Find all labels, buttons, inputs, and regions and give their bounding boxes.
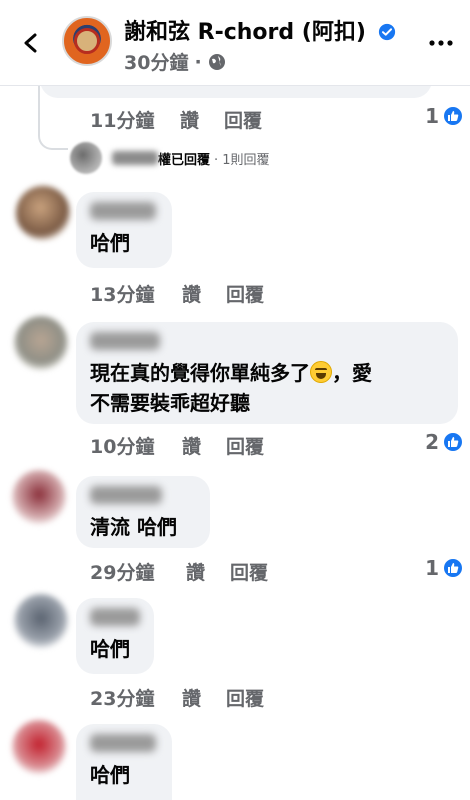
- commenter-avatar[interactable]: [14, 594, 68, 648]
- like-button[interactable]: 讚: [182, 280, 226, 307]
- blurred-name: [90, 734, 156, 752]
- like-button[interactable]: 讚: [186, 558, 230, 585]
- blurred-name: [90, 486, 162, 504]
- comment-text-after-emoji: ，愛: [332, 361, 372, 385]
- commenter-avatar[interactable]: [12, 470, 66, 524]
- post-header: 謝和弦 R-chord (阿扣) 30分鐘 ·: [0, 0, 470, 86]
- comment-bubble[interactable]: 清流 哈們: [76, 476, 210, 548]
- comment-text: 清流 哈們: [90, 515, 177, 539]
- replied-label[interactable]: 權已回覆: [158, 149, 210, 168]
- reaction-summary[interactable]: 1: [425, 104, 464, 128]
- grinning-squinting-face-icon: [310, 361, 332, 383]
- comment-text: 現在真的覺得你單純多了 ，愛不需要裝乖超好聽: [90, 358, 444, 418]
- more-options-button[interactable]: [426, 28, 456, 58]
- page-avatar[interactable]: [62, 16, 112, 66]
- comment-time[interactable]: 11分鐘: [90, 106, 180, 133]
- post-time[interactable]: 30分鐘: [124, 48, 188, 75]
- comment-time[interactable]: 23分鐘: [90, 684, 182, 711]
- comment-actions: 10分鐘 讚 回覆: [90, 432, 264, 459]
- comment-time[interactable]: 13分鐘: [90, 280, 182, 307]
- view-replies-row[interactable]: 權已回覆 · 1則回覆: [70, 142, 270, 174]
- reply-button[interactable]: 回覆: [224, 106, 262, 133]
- thread-line: [38, 86, 68, 150]
- reaction-summary[interactable]: 1: [425, 556, 464, 580]
- back-arrow-icon: [24, 33, 37, 53]
- reply-button[interactable]: 回覆: [226, 432, 264, 459]
- reply-button[interactable]: 回覆: [230, 558, 268, 585]
- blurred-name: [112, 151, 158, 165]
- like-button[interactable]: 讚: [182, 432, 226, 459]
- comment-text: 哈們: [90, 231, 130, 255]
- verified-badge-icon: [378, 23, 395, 41]
- comment-text-line2: 不需要裝乖超好聽: [90, 391, 250, 415]
- comment-time[interactable]: 10分鐘: [90, 432, 182, 459]
- post-meta: 30分鐘 ·: [124, 48, 226, 75]
- commenter-avatar[interactable]: [14, 316, 68, 370]
- globe-icon: [208, 53, 225, 70]
- comment-actions: 23分鐘 讚 回覆: [90, 684, 264, 711]
- reply-button[interactable]: 回覆: [226, 684, 264, 711]
- reaction-count: 2: [425, 430, 439, 454]
- like-reaction-icon: [442, 105, 464, 127]
- blurred-name: [90, 608, 140, 626]
- comment-bubble[interactable]: 哈們: [76, 192, 172, 268]
- comment-text: 哈們: [90, 763, 130, 787]
- reaction-count: 1: [425, 104, 439, 128]
- blurred-name: [90, 332, 160, 350]
- reply-avatar: [70, 142, 102, 174]
- comment-actions: 29分鐘 讚 回覆: [90, 558, 268, 585]
- like-reaction-icon: [442, 431, 464, 453]
- commenter-avatar[interactable]: [16, 186, 70, 240]
- comment-actions: 11分鐘 讚 回覆: [90, 106, 262, 133]
- comment-bubble[interactable]: 哈們: [76, 598, 154, 674]
- page-name[interactable]: 謝和弦 R-chord (阿扣): [124, 14, 396, 46]
- reaction-count: 1: [425, 556, 439, 580]
- more-options-icon: [429, 40, 453, 46]
- commenter-avatar[interactable]: [12, 720, 66, 774]
- like-button[interactable]: 讚: [182, 684, 226, 711]
- reaction-summary[interactable]: 2: [425, 430, 464, 454]
- comment-bubble[interactable]: 哈們: [76, 724, 172, 800]
- comment-text: 哈們: [90, 637, 130, 661]
- comment-text-line1: 現在真的覺得你單純多了: [90, 361, 310, 385]
- comment-actions: 13分鐘 讚 回覆: [90, 280, 264, 307]
- comment-time[interactable]: 29分鐘: [90, 558, 186, 585]
- reply-button[interactable]: 回覆: [226, 280, 264, 307]
- like-button[interactable]: 讚: [180, 106, 224, 133]
- comment-bubble[interactable]: 現在真的覺得你單純多了 ，愛不需要裝乖超好聽: [76, 322, 458, 424]
- reply-count[interactable]: · 1則回覆: [214, 149, 270, 168]
- back-button[interactable]: [14, 26, 48, 60]
- like-reaction-icon: [442, 557, 464, 579]
- meta-separator: ·: [194, 50, 202, 73]
- blurred-name: [90, 202, 156, 220]
- page-name-text[interactable]: 謝和弦 R-chord (阿扣): [124, 20, 366, 45]
